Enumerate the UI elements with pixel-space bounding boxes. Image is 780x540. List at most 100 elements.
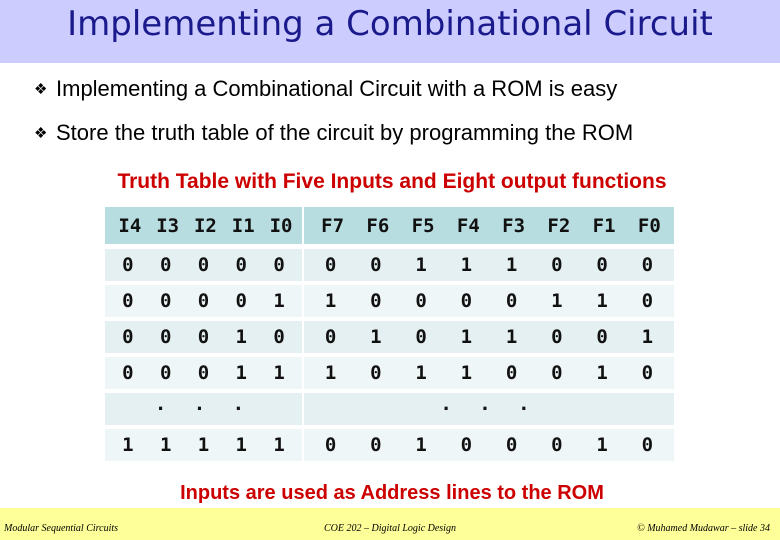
input-cell: 0 <box>159 326 172 348</box>
output-cell: 0 <box>551 254 563 276</box>
output-cell: 0 <box>505 434 518 456</box>
slide-title: Implementing a Combinational Circuit <box>67 4 713 44</box>
output-cell: 1 <box>415 254 427 276</box>
input-cell: 0 <box>273 326 285 348</box>
header-cell: I0 <box>269 214 293 237</box>
output-cells: 0 1 0 1 1 0 0 1 <box>304 321 674 353</box>
input-cell: 0 <box>159 254 172 276</box>
input-cell: 1 <box>273 290 285 312</box>
header-cell: F2 <box>547 214 571 237</box>
header-cell: I1 <box>231 214 255 237</box>
output-cells: 1 0 1 1 0 0 1 0 <box>304 357 674 389</box>
output-cell: 1 <box>460 326 473 348</box>
diamond-bullet-icon: ❖ <box>34 125 48 142</box>
output-headers: F7 F6 F5 F4 F3 F2 F1 F0 <box>304 207 674 244</box>
input-cell: 1 <box>197 434 210 456</box>
output-cell: 1 <box>460 362 473 384</box>
output-cells: 0 0 1 1 1 0 0 0 <box>304 249 674 281</box>
output-cell: 1 <box>415 434 427 456</box>
input-cell: 0 <box>197 326 210 348</box>
output-cell: 0 <box>324 254 337 276</box>
input-cells: 0 0 0 0 0 <box>105 249 302 281</box>
input-cell: 0 <box>197 290 210 312</box>
table-caption: Truth Table with Five Inputs and Eight o… <box>0 170 780 194</box>
input-cells: 0 0 0 1 1 <box>105 357 302 389</box>
output-cell: 1 <box>324 362 337 384</box>
output-cell: 0 <box>370 434 382 456</box>
header-cell: F6 <box>366 214 390 237</box>
input-cell: 1 <box>235 434 247 456</box>
output-cell: 0 <box>370 362 382 384</box>
header-cell: F1 <box>592 214 616 237</box>
output-cell: 0 <box>551 434 563 456</box>
input-cells: 0 0 0 1 0 <box>105 321 302 353</box>
slide-footer: Modular Sequential Circuits COE 202 – Di… <box>0 508 780 540</box>
title-bar: Implementing a Combinational Circuit <box>0 0 780 63</box>
output-cell: 0 <box>641 254 654 276</box>
address-lines-caption-text: Inputs are used as Address lines to the … <box>180 482 604 504</box>
output-cell: 0 <box>370 254 382 276</box>
output-cell: 0 <box>505 362 518 384</box>
output-cell: 0 <box>460 434 473 456</box>
ellipsis-text: . . . <box>154 393 253 415</box>
header-cell: F4 <box>456 214 480 237</box>
output-cell: 1 <box>370 326 382 348</box>
header-cell: I3 <box>156 214 180 237</box>
output-cell: 0 <box>460 290 473 312</box>
output-cell: 1 <box>460 254 473 276</box>
input-cells: 0 0 0 0 1 <box>105 285 302 317</box>
input-cell: 0 <box>159 290 172 312</box>
diamond-bullet-icon: ❖ <box>34 81 48 98</box>
input-cell: 1 <box>122 434 134 456</box>
output-cell: 0 <box>641 290 654 312</box>
output-cell: 1 <box>505 254 518 276</box>
input-cell: 1 <box>159 434 172 456</box>
input-cell: 0 <box>197 362 210 384</box>
input-ellipsis: . . . <box>105 393 302 425</box>
input-cell: 0 <box>122 362 134 384</box>
header-cell: F3 <box>502 214 526 237</box>
output-cells: 0 0 1 0 0 0 1 0 <box>304 429 674 461</box>
output-cell: 1 <box>596 434 608 456</box>
input-cell: 0 <box>159 362 172 384</box>
input-cell: 0 <box>122 254 134 276</box>
header-cell: I2 <box>193 214 217 237</box>
header-cell: I4 <box>118 214 142 237</box>
header-cell: F0 <box>637 214 661 237</box>
output-cell: 1 <box>505 326 518 348</box>
output-cell: 0 <box>641 434 654 456</box>
header-cell: F7 <box>321 214 345 237</box>
table-caption-text: Truth Table with Five Inputs and Eight o… <box>117 170 667 193</box>
output-cell: 0 <box>415 326 427 348</box>
output-cell: 0 <box>596 326 608 348</box>
output-cell: 0 <box>551 362 563 384</box>
output-cell: 0 <box>596 254 608 276</box>
output-cell: 1 <box>641 326 654 348</box>
input-cell: 1 <box>273 362 285 384</box>
input-cells: 1 1 1 1 1 <box>105 429 302 461</box>
bullet-item: ❖ Store the truth table of the circuit by… <box>34 120 633 146</box>
output-cell: 1 <box>596 290 608 312</box>
output-cell: 1 <box>415 362 427 384</box>
bullet-item: ❖ Implementing a Combinational Circuit wi… <box>34 76 617 102</box>
address-lines-caption: Inputs are used as Address lines to the … <box>0 482 780 505</box>
output-cell: 0 <box>324 326 337 348</box>
output-cell: 0 <box>641 362 654 384</box>
input-cell: 0 <box>197 254 210 276</box>
output-cell: 1 <box>324 290 337 312</box>
output-ellipsis: . . . <box>304 393 674 425</box>
input-headers: I4 I3 I2 I1 I0 <box>105 207 302 244</box>
bullet-text: Store the truth table of the circuit by … <box>56 120 634 145</box>
output-cell: 0 <box>415 290 427 312</box>
input-cell: 0 <box>235 254 247 276</box>
input-cell: 0 <box>122 326 134 348</box>
output-cell: 0 <box>551 326 563 348</box>
input-cell: 1 <box>235 326 247 348</box>
input-cell: 0 <box>273 254 285 276</box>
footer-copyright-slide-number: © Muhamed Mudawar – slide 34 <box>637 523 770 534</box>
input-cell: 1 <box>235 362 247 384</box>
output-cell: 0 <box>324 434 337 456</box>
input-cell: 1 <box>273 434 285 456</box>
output-cell: 0 <box>370 290 382 312</box>
output-cells: 1 0 0 0 0 1 1 0 <box>304 285 674 317</box>
